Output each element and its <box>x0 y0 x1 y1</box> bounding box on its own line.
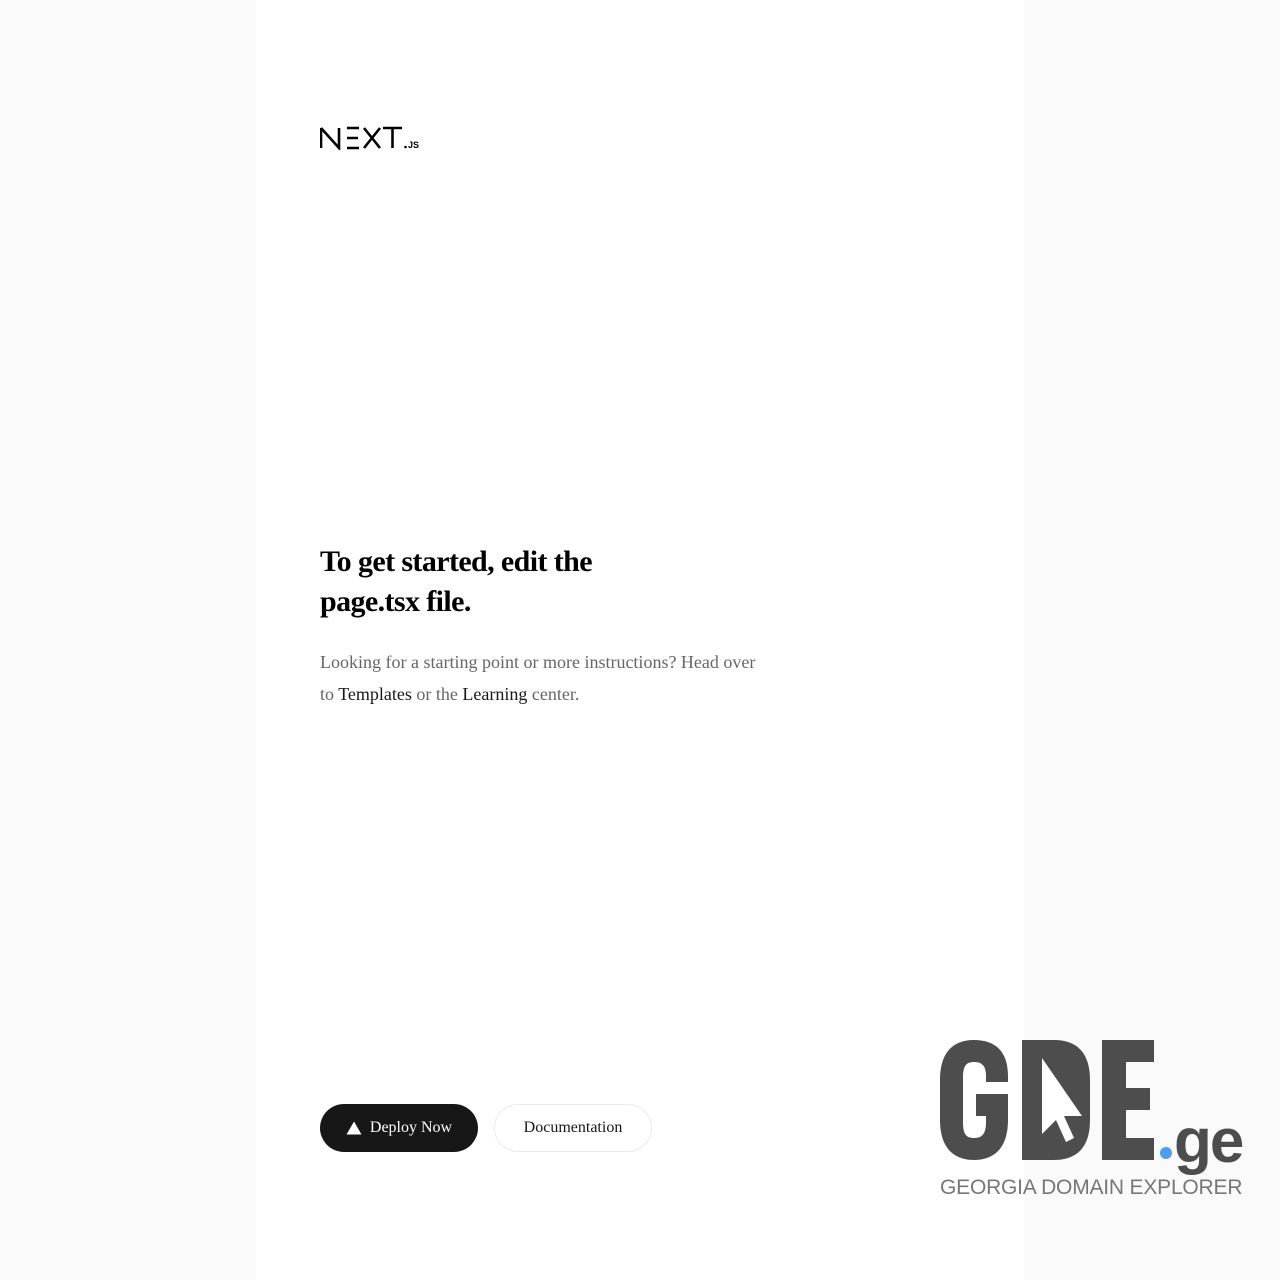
deploy-now-button[interactable]: Deploy Now <box>320 1104 478 1152</box>
intro-text: Looking for a starting point or more ins… <box>320 646 770 710</box>
documentation-label: Documentation <box>523 1119 623 1136</box>
documentation-button[interactable]: Documentation <box>494 1104 652 1152</box>
intro-text-part2: or the <box>411 684 463 704</box>
gde-tagline: GEORGIA DOMAIN EXPLORER <box>940 1176 1243 1199</box>
nextjs-wordmark-icon: JS <box>320 126 419 150</box>
page: JS To get started, edit the page.tsx fil… <box>0 0 1280 1280</box>
learning-link[interactable]: Learning <box>462 684 527 704</box>
templates-link[interactable]: Templates <box>338 684 412 704</box>
main-panel: JS To get started, edit the page.tsx fil… <box>256 0 1024 1280</box>
svg-text:JS: JS <box>408 140 419 150</box>
page-title: To get started, edit the page.tsx file. <box>320 545 593 618</box>
vercel-triangle-icon <box>346 1121 362 1135</box>
intro-text-part3: center. <box>527 684 580 704</box>
deploy-now-label: Deploy Now <box>369 1119 453 1136</box>
svg-text:ge: ge <box>1174 1107 1243 1176</box>
